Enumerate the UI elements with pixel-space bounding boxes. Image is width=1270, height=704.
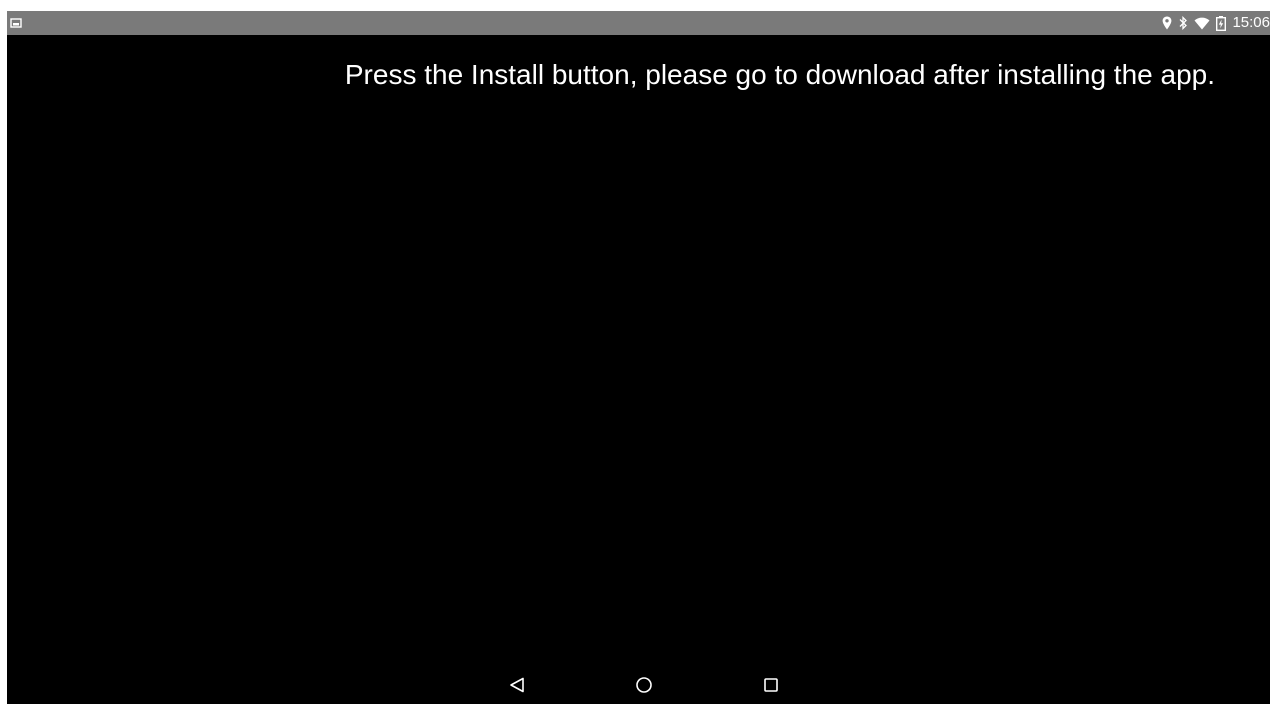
status-bar: 15:06 bbox=[7, 11, 1270, 35]
navigation-bar bbox=[7, 656, 1270, 704]
wifi-icon bbox=[1194, 17, 1210, 30]
home-button[interactable] bbox=[626, 670, 662, 700]
bluetooth-icon bbox=[1178, 16, 1188, 30]
recents-button[interactable] bbox=[753, 670, 789, 700]
back-triangle-icon bbox=[510, 677, 524, 693]
status-icons: 15:06 bbox=[1162, 11, 1270, 35]
device-screen: 15:06 Press the Install button, please g… bbox=[7, 11, 1270, 704]
back-button[interactable] bbox=[499, 670, 535, 700]
install-instruction-text: Press the Install button, please go to d… bbox=[344, 59, 1215, 90]
status-clock: 15:06 bbox=[1232, 14, 1270, 31]
recents-square-icon bbox=[764, 678, 778, 692]
home-circle-icon bbox=[636, 677, 652, 693]
image-notification-icon bbox=[10, 16, 22, 28]
battery-icon bbox=[1216, 15, 1227, 31]
location-icon bbox=[1162, 16, 1172, 30]
